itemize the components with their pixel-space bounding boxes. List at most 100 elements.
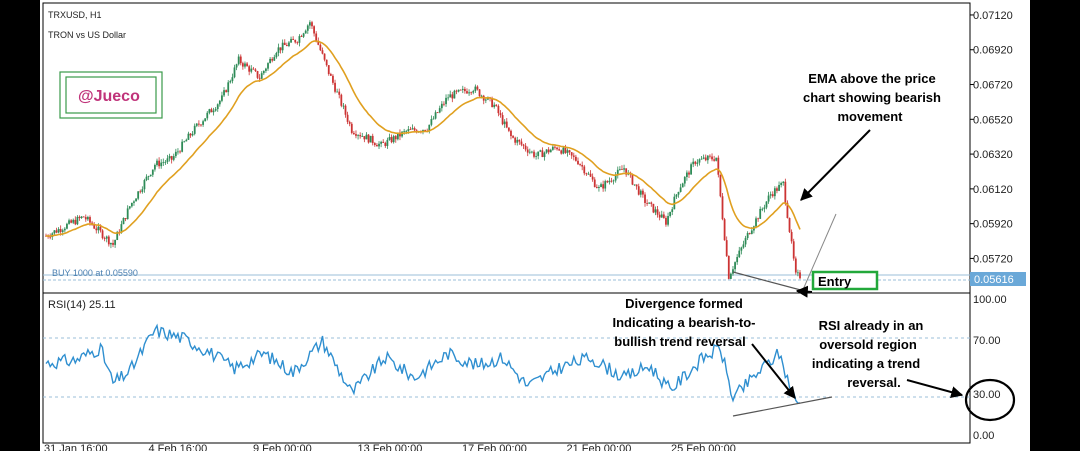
candle-body: [528, 151, 531, 153]
candle-body: [518, 139, 521, 142]
candle-body: [55, 230, 58, 233]
candle-body: [686, 172, 688, 178]
candle-body: [355, 134, 357, 136]
candle-body: [327, 65, 330, 75]
candle-body: [445, 97, 447, 105]
candle-body: [126, 208, 129, 220]
candle-body: [581, 164, 584, 167]
candle-body: [403, 131, 406, 132]
candle-body: [95, 228, 98, 231]
candle-body: [302, 33, 305, 37]
candle-body: [522, 144, 525, 146]
candle-body: [325, 59, 328, 66]
price-tick-label: 0.06320: [973, 149, 1013, 161]
candle-body: [183, 141, 186, 143]
candle-body: [560, 150, 563, 154]
candle-body: [648, 202, 651, 204]
chart-subtitle: TRON vs US Dollar: [48, 30, 126, 40]
candle-body: [248, 66, 251, 72]
candle-body: [103, 238, 106, 239]
candle-body: [105, 236, 108, 239]
candle-body: [405, 130, 408, 132]
candle-body: [413, 128, 416, 131]
candle-body: [549, 149, 552, 153]
candle-body: [767, 195, 770, 202]
candle-body: [430, 119, 433, 125]
candle-body: [524, 145, 527, 150]
candle-body: [799, 272, 801, 279]
time-tick-label: 25 Feb 00:00: [671, 443, 736, 451]
candle-body: [631, 174, 634, 185]
candle-body: [679, 187, 682, 192]
candle-body: [757, 218, 760, 220]
candle-body: [216, 104, 219, 110]
candle-body: [139, 191, 142, 193]
candle-body: [658, 214, 661, 218]
candle-body: [187, 133, 190, 140]
candle-body: [585, 173, 588, 175]
chart-canvas: 0.07120 0.06920 0.06720 0.06520 0.06320 0.061…: [40, 0, 1030, 451]
candle-body: [566, 150, 569, 153]
candle-body: [675, 194, 678, 197]
candle-body: [568, 150, 571, 153]
candle-body: [128, 206, 131, 209]
candle-body: [652, 203, 655, 213]
candle-body: [258, 77, 261, 79]
candle-body: [736, 257, 739, 263]
candle-body: [683, 177, 686, 184]
candle-body: [784, 181, 787, 203]
candle-body: [558, 149, 561, 151]
candle-body: [493, 104, 496, 108]
candle-body: [591, 176, 594, 180]
candle-body: [63, 228, 66, 231]
candle-body: [323, 53, 326, 60]
candle-body: [470, 92, 473, 94]
candle-body: [283, 42, 286, 46]
candle-body: [135, 198, 137, 202]
candle-body: [759, 208, 762, 219]
candle-body: [371, 135, 374, 144]
candle-body: [78, 216, 81, 219]
candle-body: [298, 36, 301, 43]
candle-body: [769, 194, 772, 196]
candle-body: [765, 201, 768, 208]
candle-body: [239, 56, 242, 64]
candle-body: [313, 26, 315, 34]
time-tick-label: 13 Feb 00:00: [358, 443, 423, 451]
candle-body: [72, 219, 75, 223]
candle-body: [771, 194, 774, 197]
candle-body: [472, 90, 475, 93]
rsi-note-line4: reversal.: [847, 375, 901, 390]
candle-body: [315, 33, 318, 41]
candle-body: [702, 157, 705, 159]
candle-body: [715, 157, 718, 161]
candle-body: [790, 231, 793, 242]
candle-body: [461, 88, 464, 91]
candle-body: [61, 230, 64, 232]
candle-body: [101, 230, 104, 239]
price-tick-label: 0.05720: [973, 253, 1013, 265]
candle-body: [114, 239, 117, 245]
chart-title: TRXUSD, H1: [48, 10, 102, 20]
candle-body: [587, 173, 590, 175]
candle-body: [463, 88, 466, 92]
candle-body: [564, 147, 567, 153]
candle-body: [221, 95, 223, 101]
candle-body: [168, 156, 171, 159]
candle-body: [86, 217, 89, 220]
candle-body: [162, 162, 165, 164]
candle-body: [352, 132, 355, 135]
candle-body: [432, 118, 435, 120]
candle-body: [256, 71, 259, 78]
candle-body: [633, 184, 636, 186]
candle-body: [265, 68, 267, 71]
candle-body: [357, 135, 359, 136]
candle-body: [440, 103, 443, 109]
candle-body: [271, 58, 274, 61]
candle-body: [373, 143, 376, 146]
candle-body: [66, 223, 68, 229]
candle-body: [610, 180, 613, 182]
candle-body: [260, 73, 263, 79]
price-tick-label: 0.06520: [973, 114, 1013, 126]
candle-body: [394, 136, 397, 140]
